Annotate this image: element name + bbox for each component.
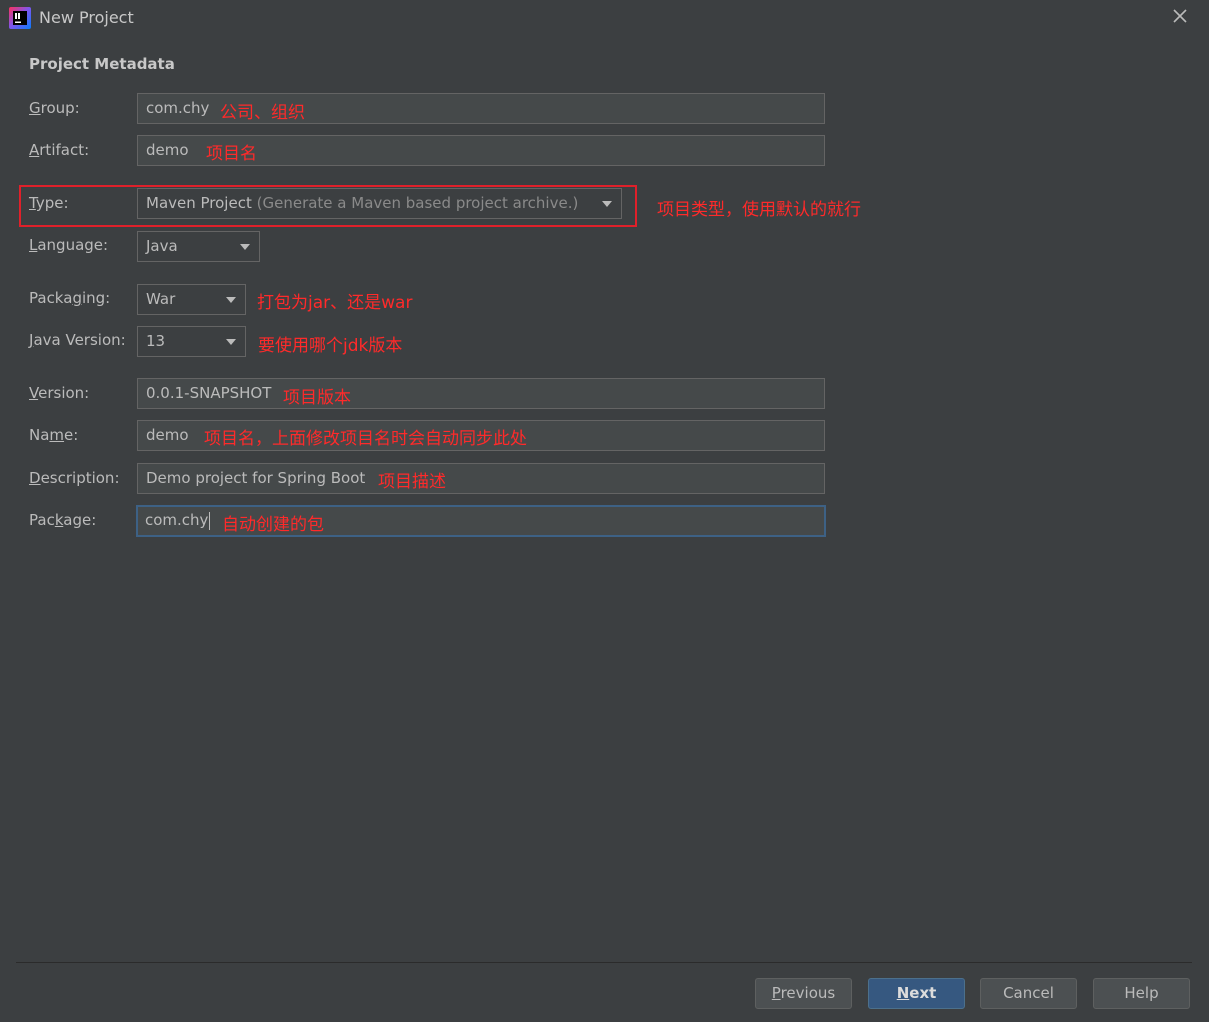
java-version-dropdown[interactable]: 13	[137, 326, 246, 357]
artifact-annotation: 项目名	[206, 144, 257, 164]
description-label: Description:	[29, 469, 120, 487]
version-label: Version:	[29, 384, 90, 402]
package-value: com.chy	[145, 511, 209, 529]
description-value: Demo project for Spring Boot	[146, 469, 366, 487]
window-title: New Project	[39, 8, 134, 27]
description-annotation: 项目描述	[378, 472, 446, 492]
java-version-label: Java Version:	[29, 331, 126, 349]
packaging-annotation: 打包为jar、还是war	[257, 293, 413, 313]
cancel-button[interactable]: Cancel	[980, 978, 1077, 1009]
type-label: Type:	[29, 194, 69, 212]
packaging-dropdown[interactable]: War	[137, 284, 246, 315]
artifact-value: demo	[146, 141, 189, 159]
close-icon[interactable]	[1168, 4, 1192, 28]
chevron-down-icon	[602, 201, 612, 207]
text-caret	[209, 511, 211, 530]
package-annotation: 自动创建的包	[222, 515, 324, 535]
package-label: Package:	[29, 511, 97, 529]
chevron-down-icon	[226, 297, 236, 303]
section-title: Project Metadata	[29, 55, 175, 73]
language-dropdown[interactable]: Java	[137, 231, 260, 262]
artifact-label: Artifact:	[29, 141, 90, 159]
next-button[interactable]: Next	[868, 978, 965, 1009]
chevron-down-icon	[226, 339, 236, 345]
type-hint: (Generate a Maven based project archive.…	[256, 194, 579, 212]
name-annotation: 项目名，上面修改项目名时会自动同步此处	[204, 429, 527, 449]
intellij-idea-icon	[9, 7, 31, 29]
java-version-annotation: 要使用哪个jdk版本	[258, 336, 403, 356]
version-value: 0.0.1-SNAPSHOT	[146, 384, 272, 402]
language-label: Language:	[29, 236, 109, 254]
description-input[interactable]: Demo project for Spring Boot	[137, 463, 825, 494]
version-annotation: 项目版本	[283, 388, 351, 408]
group-value: com.chy	[146, 99, 210, 117]
title-bar	[0, 0, 1209, 36]
previous-button[interactable]: Previous	[755, 978, 852, 1009]
java-version-value: 13	[146, 332, 166, 350]
footer-divider	[16, 962, 1192, 963]
version-input[interactable]: 0.0.1-SNAPSHOT	[137, 378, 825, 409]
help-button[interactable]: Help	[1093, 978, 1190, 1009]
type-annotation: 项目类型，使用默认的就行	[657, 200, 861, 220]
packaging-value: War	[146, 290, 176, 308]
name-label: Name:	[29, 426, 79, 444]
language-value: Java	[146, 237, 178, 255]
chevron-down-icon	[240, 244, 250, 250]
name-value: demo	[146, 426, 189, 444]
type-value: Maven Project	[146, 194, 252, 212]
group-annotation: 公司、组织	[220, 103, 305, 123]
packaging-label: Packaging:	[29, 289, 111, 307]
type-dropdown[interactable]: Maven Project (Generate a Maven based pr…	[137, 188, 622, 219]
group-label: Group:	[29, 99, 80, 117]
